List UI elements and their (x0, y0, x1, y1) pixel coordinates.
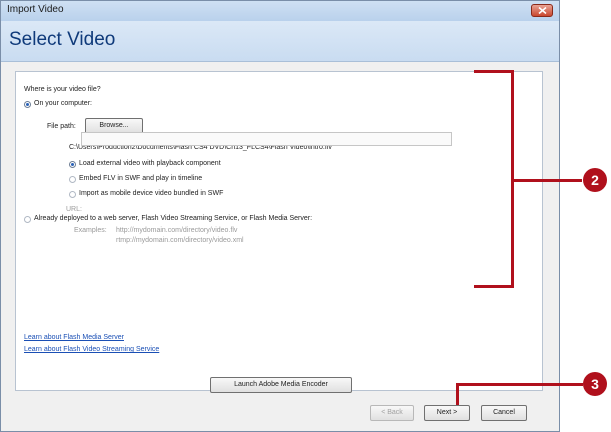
window-title: Import Video (7, 4, 64, 15)
next-button[interactable]: Next > (424, 405, 470, 421)
launch-encoder-label: Launch Adobe Media Encoder (234, 381, 328, 388)
streaming-service-link[interactable]: Learn about Flash Video Streaming Servic… (24, 346, 159, 353)
launch-encoder-button[interactable]: Launch Adobe Media Encoder (210, 377, 352, 393)
content-panel: Where is your video file? On your comput… (15, 71, 543, 393)
next-label: Next > (436, 409, 458, 416)
callout-line-2 (514, 179, 582, 182)
deployed-radio[interactable] (24, 216, 31, 223)
import-video-dialog: Import Video Select Video Where is your … (0, 0, 560, 432)
cancel-button[interactable]: Cancel (481, 405, 527, 421)
deployed-label: Already deployed to a web server, Flash … (34, 215, 313, 222)
option-embed-flv-radio[interactable] (69, 176, 76, 183)
page-title: Select Video (9, 29, 116, 50)
cancel-label: Cancel (493, 409, 515, 416)
option-mobile-radio[interactable] (69, 191, 76, 198)
examples-label: Examples: (74, 227, 107, 234)
back-button[interactable]: < Back (370, 405, 414, 421)
callout-line-3-vertical (456, 383, 459, 405)
callout-step-2: 2 (583, 168, 607, 192)
option-mobile-label: Import as mobile device video bundled in… (79, 190, 224, 197)
option-load-external-label: Load external video with playback compon… (79, 160, 221, 167)
url-input[interactable] (81, 132, 452, 146)
callout-step-3: 3 (583, 372, 607, 396)
question-label: Where is your video file? (24, 86, 101, 93)
callout-bracket-top (474, 70, 514, 73)
option-embed-flv-label: Embed FLV in SWF and play in timeline (79, 175, 203, 182)
example-2: rtmp://mydomain.com/directory/video.xml (116, 237, 244, 244)
on-computer-radio[interactable] (24, 101, 31, 108)
callout-bracket-bottom (474, 285, 514, 288)
file-path-label: File path: (47, 123, 76, 130)
on-computer-label: On your computer: (34, 100, 92, 107)
back-label: < Back (381, 409, 403, 416)
example-1: http://mydomain.com/directory/video.flv (116, 227, 238, 234)
url-label: URL: (66, 206, 82, 213)
browse-button-label: Browse... (99, 122, 129, 129)
dialog-header: Select Video (1, 21, 559, 62)
callout-line-3-horizontal (456, 383, 583, 386)
close-icon (538, 7, 547, 14)
close-button[interactable] (531, 4, 553, 17)
option-load-external-radio[interactable] (69, 161, 76, 168)
media-server-link[interactable]: Learn about Flash Media Server (24, 334, 124, 341)
title-bar: Import Video (1, 1, 559, 21)
